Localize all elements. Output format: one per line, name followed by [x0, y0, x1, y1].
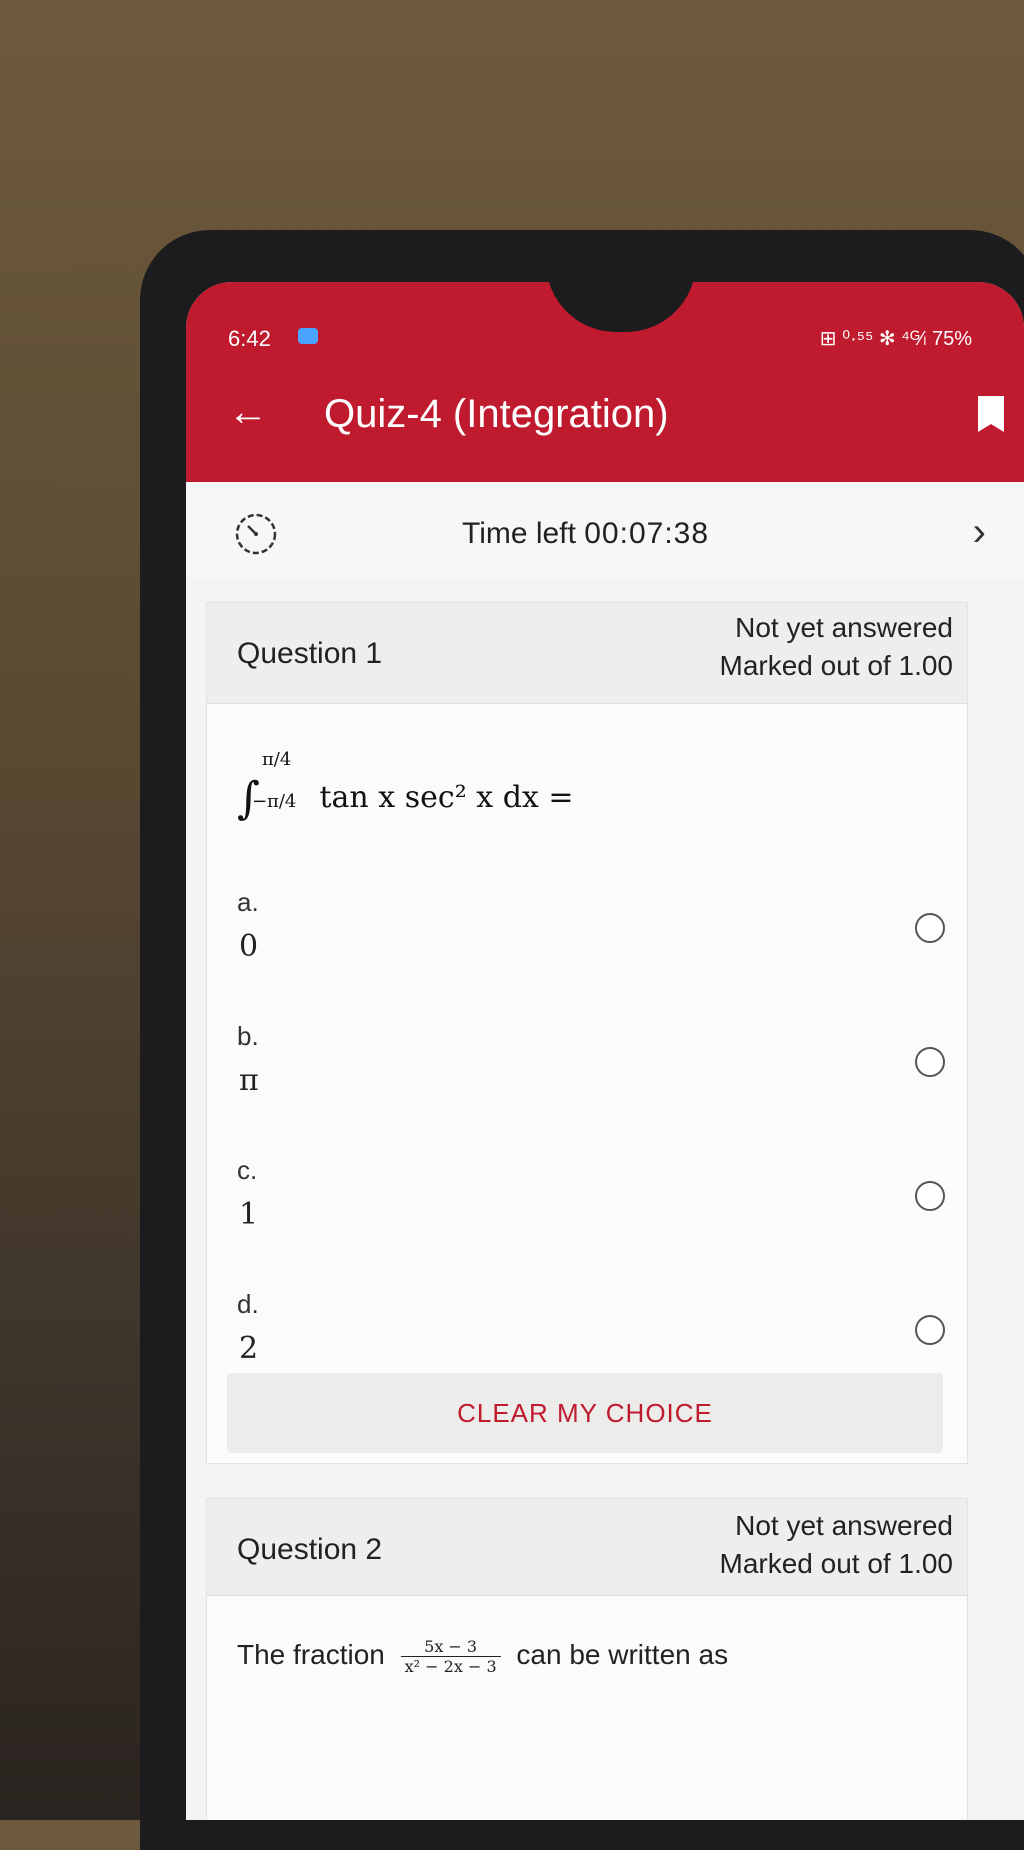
- question-marks: Marked out of 1.00: [719, 650, 953, 681]
- status-indicators: ⊞ ⁰·⁵⁵ ✻ ⁴ᴳ⁄ₗ 75%: [819, 328, 972, 350]
- option-letter: c.: [237, 1155, 258, 1185]
- lower-limit: −π/4: [251, 791, 297, 812]
- option-value: π: [239, 1063, 259, 1098]
- camera-notch: [546, 282, 696, 332]
- time-left: Time left 00:07:38: [462, 517, 709, 551]
- upper-limit: π/4: [261, 749, 292, 770]
- question-header: Question 2 Not yet answered Marked out o…: [207, 1499, 967, 1596]
- option-value: 0: [239, 929, 259, 964]
- question-card-2: Question 2 Not yet answered Marked out o…: [206, 1498, 968, 1820]
- fraction-numerator: 5x − 3: [400, 1637, 501, 1657]
- option-letter: d.: [237, 1289, 259, 1319]
- app-header: 6:42 ⊞ ⁰·⁵⁵ ✻ ⁴ᴳ⁄ₗ 75% ← Quiz-4 (Integra…: [186, 282, 1024, 482]
- radio-option-d[interactable]: [915, 1315, 945, 1345]
- arrow-left-icon[interactable]: ←: [228, 390, 268, 435]
- integrand: tan x sec² x dx =: [319, 780, 574, 815]
- status-time: 6:42: [228, 326, 271, 351]
- question-info: Not yet answered Marked out of 1.00: [720, 1507, 953, 1583]
- option-value: 2: [239, 1331, 259, 1366]
- page-title: Quiz-4 (Integration): [324, 392, 669, 436]
- time-left-value: 00:07:38: [584, 517, 710, 550]
- option-c[interactable]: c. 1: [237, 1155, 957, 1232]
- question-title: Question 2: [237, 1533, 383, 1566]
- clear-choice-area: CLEAR MY CHOICE: [227, 1373, 943, 1453]
- radio-option-c[interactable]: [915, 1181, 945, 1211]
- question-text: The fraction 5x − 3 x² − 2x − 3 can be w…: [237, 1637, 728, 1676]
- phone-screen: 6:42 ⊞ ⁰·⁵⁵ ✻ ⁴ᴳ⁄ₗ 75% ← Quiz-4 (Integra…: [186, 282, 1024, 1820]
- option-d[interactable]: d. 2: [237, 1289, 957, 1366]
- fraction-denominator: x² − 2x − 3: [404, 1657, 497, 1676]
- option-a[interactable]: a. 0: [237, 887, 957, 964]
- question-header: Question 1 Not yet answered Marked out o…: [207, 603, 967, 704]
- text-before: The fraction: [237, 1638, 385, 1670]
- question-info: Not yet answered Marked out of 1.00: [720, 609, 953, 685]
- bookmark-icon[interactable]: [976, 394, 1006, 434]
- text-after: can be written as: [516, 1638, 729, 1670]
- option-letter: a.: [237, 887, 259, 917]
- radio-option-a[interactable]: [915, 913, 945, 943]
- option-value: 1: [239, 1197, 259, 1232]
- time-left-label: Time left: [462, 517, 585, 550]
- fraction: 5x − 3 x² − 2x − 3: [400, 1637, 501, 1676]
- question-formula: ∫ π/4 −π/4 tan x sec² x dx =: [237, 749, 574, 824]
- timer-bar: Time left 00:07:38 ›: [186, 482, 1024, 578]
- question-card-1: Question 1 Not yet answered Marked out o…: [206, 602, 968, 1464]
- question-status: Not yet answered: [735, 612, 953, 643]
- timer-icon: [235, 513, 277, 555]
- integral-limits: π/4 −π/4: [252, 749, 310, 812]
- notification-icon: [298, 328, 318, 344]
- option-b[interactable]: b. π: [237, 1021, 957, 1098]
- radio-option-b[interactable]: [915, 1047, 945, 1077]
- question-title: Question 1: [237, 637, 383, 670]
- chevron-right-icon[interactable]: ›: [973, 510, 986, 555]
- question-marks: Marked out of 1.00: [719, 1548, 953, 1579]
- clear-choice-button[interactable]: CLEAR MY CHOICE: [227, 1373, 943, 1453]
- question-status: Not yet answered: [735, 1510, 953, 1541]
- option-letter: b.: [237, 1021, 259, 1051]
